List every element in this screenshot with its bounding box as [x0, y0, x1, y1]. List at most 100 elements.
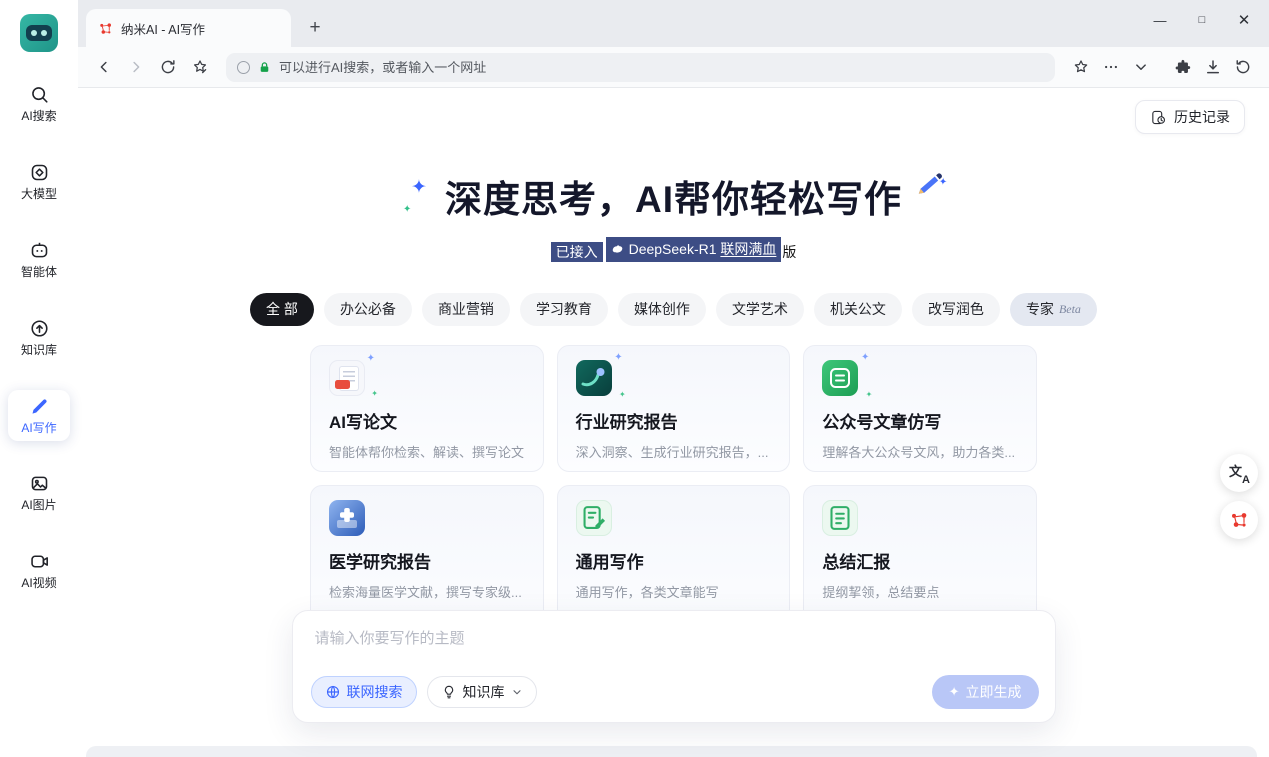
pencil-icon: [29, 396, 50, 417]
card-industry-report[interactable]: ✦✦ 行业研究报告 深入洞察、生成行业研究报告，...: [557, 345, 791, 472]
minimize-button[interactable]: —: [1139, 0, 1181, 40]
history-button[interactable]: 历史记录: [1135, 100, 1245, 134]
industry-chart-icon: ✦✦: [576, 360, 612, 396]
beta-badge: Beta: [1059, 302, 1081, 317]
pencil-emoji-icon: ✦: [915, 169, 945, 199]
browser-window: 纳米AI - AI写作 + — □ ✕: [78, 0, 1269, 757]
sparkle-icon: ✦ ✦: [403, 166, 433, 206]
card-desc: 理解各大公众号文风，助力各类...: [822, 442, 1018, 461]
template-cards: ✦✦ AI写论文 智能体帮你检索、解读、撰写论文 ✦✦ 行业研究报告 深入洞察、…: [310, 345, 1037, 635]
restore-session-icon[interactable]: [1229, 53, 1257, 81]
translate-icon: 文A: [1229, 463, 1249, 483]
card-title: 总结汇报: [822, 548, 1018, 573]
reload-button[interactable]: [154, 53, 182, 81]
back-button[interactable]: [90, 53, 118, 81]
nano-network-icon: [1229, 510, 1249, 530]
sidebar-item-agent[interactable]: 智能体: [8, 234, 70, 285]
topic-input[interactable]: [315, 627, 1033, 667]
card-title: 行业研究报告: [576, 408, 772, 433]
card-desc: 智能体帮你检索、解读、撰写论文: [329, 442, 525, 461]
new-tab-button[interactable]: +: [301, 14, 329, 42]
knowledge-base-label: 知识库: [463, 682, 505, 702]
site-mode-icon[interactable]: [237, 61, 250, 74]
web-search-label: 联网搜索: [347, 682, 403, 702]
card-title: AI写论文: [329, 408, 525, 433]
extensions-puzzle-icon[interactable]: [1169, 53, 1197, 81]
sidebar-item-label: 知识库: [21, 344, 57, 357]
card-wechat-imitation[interactable]: ✦✦ 公众号文章仿写 理解各大公众号文风，助力各类...: [803, 345, 1037, 472]
category-rewrite[interactable]: 改写润色: [912, 293, 1000, 326]
card-desc: 通用写作，各类文章能写: [576, 582, 772, 601]
tab-favicon-nano-icon: [98, 21, 113, 36]
category-tabs: 全 部 办公必备 商业营销 学习教育 媒体创作 文学艺术 机关公文 改写润色 专…: [78, 293, 1269, 326]
generate-button[interactable]: ✦ 立即生成: [932, 675, 1039, 709]
translate-button[interactable]: 文A: [1220, 454, 1258, 492]
badge-suffix: 版: [782, 244, 796, 260]
more-options-icon[interactable]: [1097, 53, 1125, 81]
bookmark-edit-icon[interactable]: [186, 53, 214, 81]
sparkle-icon: ✦: [949, 684, 960, 700]
card-title: 公众号文章仿写: [822, 408, 1018, 433]
category-all[interactable]: 全 部: [250, 293, 314, 326]
sidebar-item-label: AI图片: [21, 499, 56, 512]
next-section-edge: [86, 746, 1257, 757]
chevron-down-icon[interactable]: [1127, 53, 1155, 81]
sidebar-item-ai-writing[interactable]: AI写作: [8, 390, 70, 441]
paper-doc-icon: ✦✦: [329, 360, 365, 396]
browser-tab[interactable]: 纳米AI - AI写作: [86, 9, 291, 47]
address-actions: [1067, 53, 1155, 81]
category-literature[interactable]: 文学艺术: [716, 293, 804, 326]
connected-badge: 已接入: [551, 242, 603, 262]
forward-button[interactable]: [122, 53, 150, 81]
app-sidebar: AI搜索 大模型 智能体 知识库 AI写作 AI图片 AI视频: [0, 0, 78, 757]
generate-label: 立即生成: [966, 682, 1022, 702]
tab-title: 纳米AI - AI写作: [121, 19, 205, 38]
search-icon: [29, 84, 50, 105]
tab-strip: 纳米AI - AI写作 + — □ ✕: [78, 0, 1269, 47]
chevron-down-icon: [511, 686, 523, 698]
composer-toolbar: 联网搜索 知识库 ✦ 立即生成: [311, 675, 1039, 709]
address-bar[interactable]: [226, 53, 1055, 82]
page-content: 历史记录 ✦ ✦ 深度思考，AI帮你轻松写作 ✦ 已接入DeepSeek-R1 …: [78, 88, 1269, 757]
category-office[interactable]: 办公必备: [324, 293, 412, 326]
history-label: 历史记录: [1174, 107, 1230, 127]
web-search-toggle[interactable]: 联网搜索: [311, 676, 417, 708]
category-media[interactable]: 媒体创作: [618, 293, 706, 326]
hero-section: ✦ ✦ 深度思考，AI帮你轻松写作 ✦ 已接入DeepSeek-R1 联网满血版: [78, 178, 1269, 263]
writing-composer: 联网搜索 知识库 ✦ 立即生成: [292, 610, 1056, 723]
browser-toolbar: [78, 47, 1269, 88]
category-official[interactable]: 机关公文: [814, 293, 902, 326]
card-title: 通用写作: [576, 548, 772, 573]
medical-report-icon: [329, 500, 365, 536]
sidebar-item-ai-search[interactable]: AI搜索: [8, 78, 70, 129]
card-ai-thesis[interactable]: ✦✦ AI写论文 智能体帮你检索、解读、撰写论文: [310, 345, 544, 472]
favorite-star-icon[interactable]: [1067, 53, 1095, 81]
wechat-article-icon: ✦✦: [822, 360, 858, 396]
page-title: ✦ ✦ 深度思考，AI帮你轻松写作 ✦: [445, 178, 902, 222]
sidebar-item-ai-image[interactable]: AI图片: [8, 467, 70, 518]
app-logo[interactable]: [20, 14, 58, 52]
agent-icon: [29, 240, 50, 261]
sidebar-item-knowledge-base[interactable]: 知识库: [8, 312, 70, 363]
nano-assistant-button[interactable]: [1220, 501, 1258, 539]
knowledge-base-selector[interactable]: 知识库: [427, 676, 537, 708]
video-icon: [29, 551, 50, 572]
model-name-badge: DeepSeek-R1 联网满血: [606, 237, 782, 262]
history-clock-icon: [1150, 109, 1167, 126]
close-button[interactable]: ✕: [1223, 0, 1265, 40]
maximize-button[interactable]: □: [1181, 0, 1223, 40]
sidebar-item-large-model[interactable]: 大模型: [8, 156, 70, 207]
lightbulb-icon: [441, 684, 457, 700]
card-desc: 检索海量医学文献，撰写专家级...: [329, 582, 525, 601]
category-expert[interactable]: 专家Beta: [1010, 293, 1097, 326]
category-marketing[interactable]: 商业营销: [422, 293, 510, 326]
category-education[interactable]: 学习教育: [520, 293, 608, 326]
address-input[interactable]: [279, 60, 1044, 75]
robot-face-icon: [26, 25, 52, 41]
sidebar-item-label: 大模型: [21, 188, 57, 201]
sidebar-item-label: AI搜索: [21, 110, 56, 123]
sidebar-item-ai-video[interactable]: AI视频: [8, 545, 70, 596]
window-controls: — □ ✕: [1139, 0, 1265, 40]
model-icon: [29, 162, 50, 183]
download-icon[interactable]: [1199, 53, 1227, 81]
